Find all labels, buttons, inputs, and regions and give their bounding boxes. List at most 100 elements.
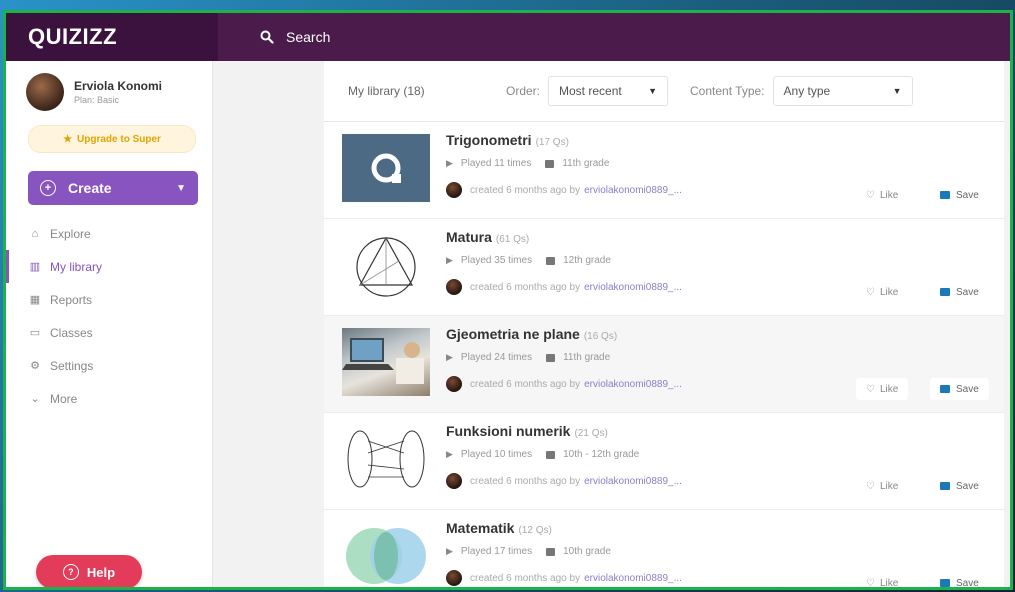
- like-label: Like: [879, 189, 899, 201]
- quiz-thumbnail[interactable]: [342, 134, 430, 202]
- author-link[interactable]: erviolakonomi0889_...: [584, 573, 682, 584]
- sidebar-item-explore[interactable]: ⌂ Explore: [6, 217, 212, 250]
- quiz-author: created 6 months ago by erviolakonomi088…: [446, 279, 682, 295]
- author-link[interactable]: erviolakonomi0889_...: [584, 282, 682, 293]
- like-button[interactable]: ♡ Like: [856, 184, 909, 206]
- top-bar: QUIZIZZ Search: [6, 13, 1010, 61]
- grade-icon: [545, 159, 555, 168]
- content-type-select[interactable]: Any type ▼: [772, 76, 913, 106]
- quiz-thumbnail[interactable]: [342, 425, 430, 493]
- order-value: Most recent: [559, 84, 622, 98]
- save-button[interactable]: Save: [930, 572, 989, 587]
- reports-icon: ▦: [29, 294, 41, 306]
- quiz-meta: ▶ Played 24 times 11th grade: [446, 352, 610, 363]
- avatar: [446, 279, 462, 295]
- quiz-meta: ▶ Played 11 times 11th grade: [446, 158, 609, 169]
- like-button[interactable]: ♡ Like: [856, 281, 909, 303]
- profile[interactable]: Erviola Konomi Plan: Basic: [6, 61, 212, 111]
- like-button[interactable]: ♡ Like: [856, 378, 909, 400]
- sidebar-item-label: More: [50, 391, 78, 406]
- list-item[interactable]: Matematik (12 Qs) ▶ Played 17 times 10th …: [324, 510, 1004, 589]
- sidebar-item-classes[interactable]: ▭ Classes: [6, 316, 212, 349]
- help-label: Help: [86, 564, 116, 580]
- chevron-down-icon: ▼: [892, 86, 902, 96]
- folder-icon: [940, 191, 950, 199]
- plus-icon: +: [40, 180, 56, 196]
- quiz-title-text: Matematik: [446, 520, 515, 536]
- list-item[interactable]: Funksioni numerik (21 Qs) ▶ Played 10 tim…: [324, 413, 1004, 510]
- sidebar-item-label: My library: [50, 259, 103, 274]
- classes-icon: ▭: [29, 327, 41, 339]
- sidebar-item-my-library[interactable]: ▥ My library: [6, 250, 212, 283]
- create-label: Create: [68, 180, 112, 196]
- sidebar-item-more[interactable]: ⌄ More: [6, 382, 212, 415]
- grade-icon: [546, 450, 556, 459]
- sidebar-item-label: Explore: [50, 226, 91, 241]
- library-icon: ▥: [29, 261, 41, 273]
- heart-icon: ♡: [866, 577, 875, 589]
- quizizz-logo-icon: [371, 153, 401, 183]
- heart-icon: ♡: [866, 480, 875, 492]
- grade-level: 10th grade: [563, 546, 611, 557]
- laptop-photo-icon: [342, 338, 424, 384]
- sidebar-item-label: Classes: [50, 325, 93, 340]
- quiz-title-text: Matura: [446, 229, 492, 245]
- played-count: Played 11 times: [460, 158, 532, 169]
- list-item[interactable]: Matura (61 Qs) ▶ Played 35 times 12th gra…: [324, 219, 1004, 316]
- question-icon: ?: [62, 564, 79, 580]
- list-item[interactable]: Trigonometri (17 Qs) ▶ Played 11 times 11…: [324, 122, 1004, 219]
- quiz-title-text: Gjeometria ne plane: [446, 326, 580, 342]
- search-bar[interactable]: Search: [240, 21, 1000, 53]
- author-link[interactable]: erviolakonomi0889_...: [584, 476, 682, 487]
- quiz-author: created 6 months ago by erviolakonomi088…: [446, 182, 682, 198]
- search-label: Search: [286, 29, 331, 45]
- star-icon: ★: [63, 133, 73, 145]
- save-label: Save: [956, 189, 979, 201]
- order-label: Order:: [506, 84, 541, 98]
- chevron-down-icon[interactable]: ▼: [176, 183, 186, 194]
- profile-name: Erviola Konomi: [74, 79, 163, 93]
- quiz-thumbnail[interactable]: [342, 231, 430, 299]
- heart-icon: ♡: [866, 383, 875, 395]
- quiz-thumbnail[interactable]: [342, 522, 430, 587]
- order-select[interactable]: Most recent ▼: [548, 76, 669, 106]
- upgrade-label: Upgrade to Super: [77, 133, 161, 145]
- author-link[interactable]: erviolakonomi0889_...: [584, 379, 682, 390]
- main-content: My library (18) Order: Most recent ▼ Con…: [324, 61, 1004, 589]
- quiz-title[interactable]: Matura (61 Qs): [446, 229, 529, 245]
- quiz-title[interactable]: Gjeometria ne plane (16 Qs): [446, 326, 617, 342]
- quiz-author: created 6 months ago by erviolakonomi088…: [446, 376, 682, 392]
- sidebar-item-reports[interactable]: ▦ Reports: [6, 283, 212, 316]
- avatar: [446, 182, 462, 198]
- created-text: created 6 months ago by: [470, 281, 581, 293]
- app-logo[interactable]: QUIZIZZ: [28, 24, 117, 50]
- quiz-thumbnail[interactable]: [342, 328, 430, 396]
- help-button[interactable]: ? Help: [36, 555, 142, 587]
- quiz-title[interactable]: Funksioni numerik (21 Qs): [446, 423, 608, 439]
- library-count: My library (18): [348, 84, 425, 98]
- like-button[interactable]: ♡ Like: [856, 572, 909, 589]
- question-count: (61 Qs): [495, 234, 530, 245]
- sidebar-item-settings[interactable]: ⚙ Settings: [6, 349, 212, 382]
- quiz-title[interactable]: Matematik (12 Qs): [446, 520, 552, 536]
- save-button[interactable]: Save: [930, 475, 989, 497]
- question-count: (16 Qs): [583, 331, 618, 342]
- content-type-value: Any type: [783, 84, 831, 98]
- quiz-title[interactable]: Trigonometri (17 Qs): [446, 132, 569, 148]
- grade-level: 10th - 12th grade: [563, 449, 640, 460]
- save-button[interactable]: Save: [930, 281, 989, 303]
- grade-level: 12th grade: [563, 255, 611, 266]
- create-button[interactable]: + Create ▼: [28, 171, 198, 205]
- upgrade-button[interactable]: ★ Upgrade to Super: [28, 125, 196, 153]
- list-item[interactable]: Gjeometria ne plane (16 Qs) ▶ Played 24 t…: [324, 316, 1004, 413]
- sidebar-item-label: Settings: [50, 358, 94, 373]
- save-button[interactable]: Save: [930, 184, 989, 206]
- play-icon: ▶: [446, 546, 453, 556]
- folder-icon: [940, 385, 950, 393]
- sidebar-nav: ⌂ Explore ▥ My library ▦ Reports ▭ Class…: [6, 217, 212, 415]
- save-button[interactable]: Save: [930, 378, 989, 400]
- author-link[interactable]: erviolakonomi0889_...: [584, 185, 682, 196]
- grade-icon: [546, 547, 556, 556]
- grade-level: 11th grade: [562, 158, 610, 169]
- like-button[interactable]: ♡ Like: [856, 475, 909, 497]
